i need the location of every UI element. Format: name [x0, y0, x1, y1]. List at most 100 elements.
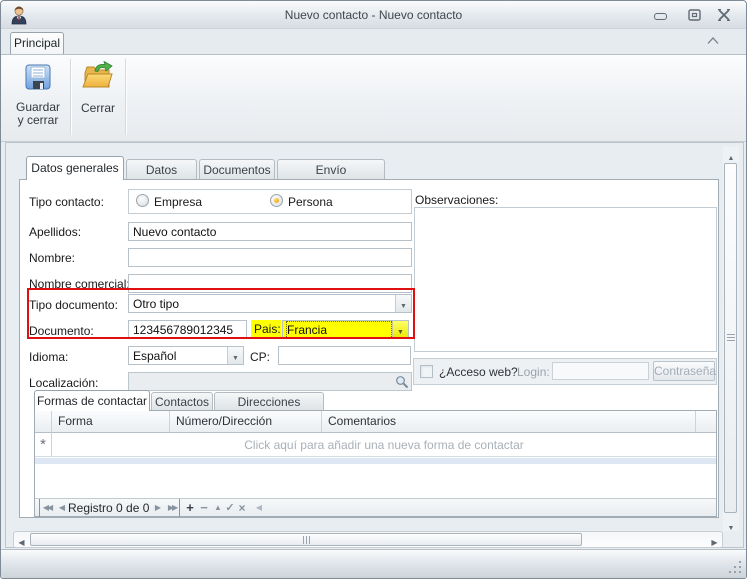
restore-button[interactable] [683, 7, 705, 24]
thumb-grip-icon [727, 334, 735, 335]
cp-label: CP: [250, 350, 271, 364]
grid-header-forma[interactable]: Forma [52, 411, 170, 433]
title-bar: Nuevo contacto - Nuevo contacto [1, 1, 746, 29]
dropdown-arrow-icon: ▼ [397, 329, 404, 336]
search-icon[interactable] [395, 375, 409, 389]
resize-grip-icon[interactable] [739, 571, 741, 573]
column-label: Forma [58, 414, 93, 428]
scroll-up-icon: ▲ [727, 155, 735, 162]
acceso-web-label[interactable]: ¿Acceso web? [439, 365, 518, 379]
nombre-comercial-input[interactable] [128, 274, 412, 293]
minimize-button[interactable] [649, 7, 671, 24]
idioma-label: Idioma: [29, 350, 69, 364]
documento-input[interactable] [128, 320, 247, 339]
grid-header-comentarios[interactable]: Comentarios [322, 411, 696, 433]
idioma-value: Español [133, 349, 177, 363]
scroll-right-icon: ▶ [711, 538, 718, 547]
grid-header-numero-direccion[interactable]: Número/Dirección [170, 411, 322, 433]
vertical-scrollbar-thumb[interactable] [724, 163, 737, 513]
thumb-grip-icon [303, 536, 304, 544]
tipo-documento-value: Otro tipo [133, 297, 180, 311]
grid-header-indicator [35, 411, 52, 433]
login-label: Login: [517, 365, 550, 379]
close-folder-icon [82, 60, 113, 88]
new-row-hint: Click aquí para añadir una nueva forma d… [244, 438, 524, 452]
nav-last-record-icon[interactable]: ▶▶ [165, 499, 180, 517]
tab-envio-notificaciones[interactable]: Envío notificaciones [277, 159, 385, 197]
navigator-label: Registro 0 de 0 [68, 501, 150, 515]
close-button-label: Cerrar [80, 101, 115, 115]
grid-header-filler [696, 411, 716, 433]
subtab-formas-de-contactar[interactable]: Formas de contactar [34, 390, 150, 411]
radio-empresa-label[interactable]: Empresa [154, 195, 202, 209]
radio-persona-label[interactable]: Persona [288, 195, 333, 209]
close-button[interactable] [713, 7, 735, 24]
idioma-combo[interactable]: Español ▼ [128, 346, 244, 365]
nav-next-record-icon[interactable]: ▶ [153, 499, 163, 517]
nav-edit-record-icon[interactable]: ▲ [212, 499, 224, 517]
dialog-window: Nuevo contacto - Nuevo contacto Principa… [0, 0, 747, 579]
column-label: Comentarios [328, 414, 397, 428]
apellidos-label: Apellidos: [29, 225, 82, 239]
tipo-contacto-label: Tipo contacto: [29, 195, 104, 209]
radio-persona[interactable] [270, 194, 283, 207]
tab-datos-generales[interactable]: Datos generales [26, 156, 124, 180]
nav-delete-record-icon[interactable]: − [198, 499, 210, 517]
grid-empty-row-strip [35, 458, 716, 464]
scroll-right-button[interactable]: ▶ [707, 532, 722, 547]
grid-new-row[interactable]: Click aquí para añadir una nueva forma d… [52, 433, 716, 457]
nav-first-record-icon[interactable]: ◀◀ [39, 499, 54, 517]
nav-post-edit-icon[interactable]: ✓ [224, 499, 236, 517]
subtab-contactos[interactable]: Contactos [151, 392, 213, 411]
horizontal-scrollbar-thumb[interactable] [30, 533, 582, 546]
nombre-label: Nombre: [29, 251, 76, 265]
tab-label: Documentos [203, 163, 271, 177]
collapse-ribbon-icon[interactable] [706, 36, 720, 45]
idioma-dropdown-button[interactable]: ▼ [227, 347, 243, 364]
localizacion-input[interactable] [128, 372, 412, 391]
save-and-close-button[interactable]: Guardar y cerrar [8, 57, 68, 137]
status-bar [1, 549, 746, 578]
vertical-scrollbar[interactable]: ▲ ▼ [723, 147, 739, 532]
tipo-documento-combo[interactable]: Otro tipo ▼ [128, 294, 412, 313]
nav-cancel-edit-icon[interactable]: × [236, 499, 248, 517]
horizontal-scrollbar[interactable]: ◀ ▶ [13, 531, 723, 548]
new-row-asterisk-icon: * [40, 436, 46, 453]
close-form-button[interactable]: Cerrar [73, 57, 123, 137]
scroll-left-button[interactable]: ◀ [14, 532, 29, 547]
tab-label: Datos generales [31, 161, 119, 175]
close-icon [718, 9, 730, 21]
contrasena-button[interactable]: Contraseña [653, 361, 717, 381]
cp-input[interactable] [278, 346, 411, 365]
record-navigator: ◀◀ ◀ Registro 0 de 0 ▶ ▶▶ + − ▲ ✓ × ◀ [35, 498, 716, 517]
subtab-direcciones-postales[interactable]: Direcciones postales [214, 392, 324, 427]
restore-icon [687, 9, 701, 21]
pais-dropdown-button[interactable]: ▼ [392, 321, 408, 338]
login-input[interactable] [552, 362, 649, 380]
tab-documentos[interactable]: Documentos [199, 159, 275, 180]
acceso-web-checkbox[interactable] [420, 365, 433, 378]
tipo-documento-label: Tipo documento: [29, 298, 118, 312]
scroll-down-button[interactable]: ▼ [723, 517, 739, 532]
observaciones-textarea[interactable] [414, 207, 717, 352]
radio-selected-dot [274, 198, 279, 203]
radio-empresa[interactable] [136, 194, 149, 207]
nav-previous-record-icon[interactable]: ◀ [57, 499, 67, 517]
ribbon-tab-principal[interactable]: Principal [10, 32, 64, 54]
tipo-documento-dropdown-button[interactable]: ▼ [395, 295, 411, 312]
scroll-up-button[interactable]: ▲ [723, 147, 739, 162]
contrasena-button-label: Contraseña [654, 364, 717, 378]
subtab-label: Contactos [154, 395, 210, 409]
dropdown-arrow-icon: ▼ [232, 355, 239, 362]
observaciones-label: Observaciones: [415, 193, 499, 207]
apellidos-input[interactable] [128, 222, 412, 241]
tab-datos-cliente[interactable]: Datos cliente [126, 159, 197, 197]
nav-scroll-left-icon[interactable]: ◀ [254, 499, 264, 517]
pais-combo[interactable]: Francia ▼ [282, 320, 409, 339]
nombre-input[interactable] [128, 248, 412, 267]
ribbon-tab-strip [1, 29, 746, 54]
window-title: Nuevo contacto - Nuevo contacto [284, 8, 463, 22]
pais-value: Francia [286, 321, 392, 339]
nav-add-record-icon[interactable]: + [184, 499, 196, 517]
ribbon-tab-label: Principal [13, 36, 61, 50]
